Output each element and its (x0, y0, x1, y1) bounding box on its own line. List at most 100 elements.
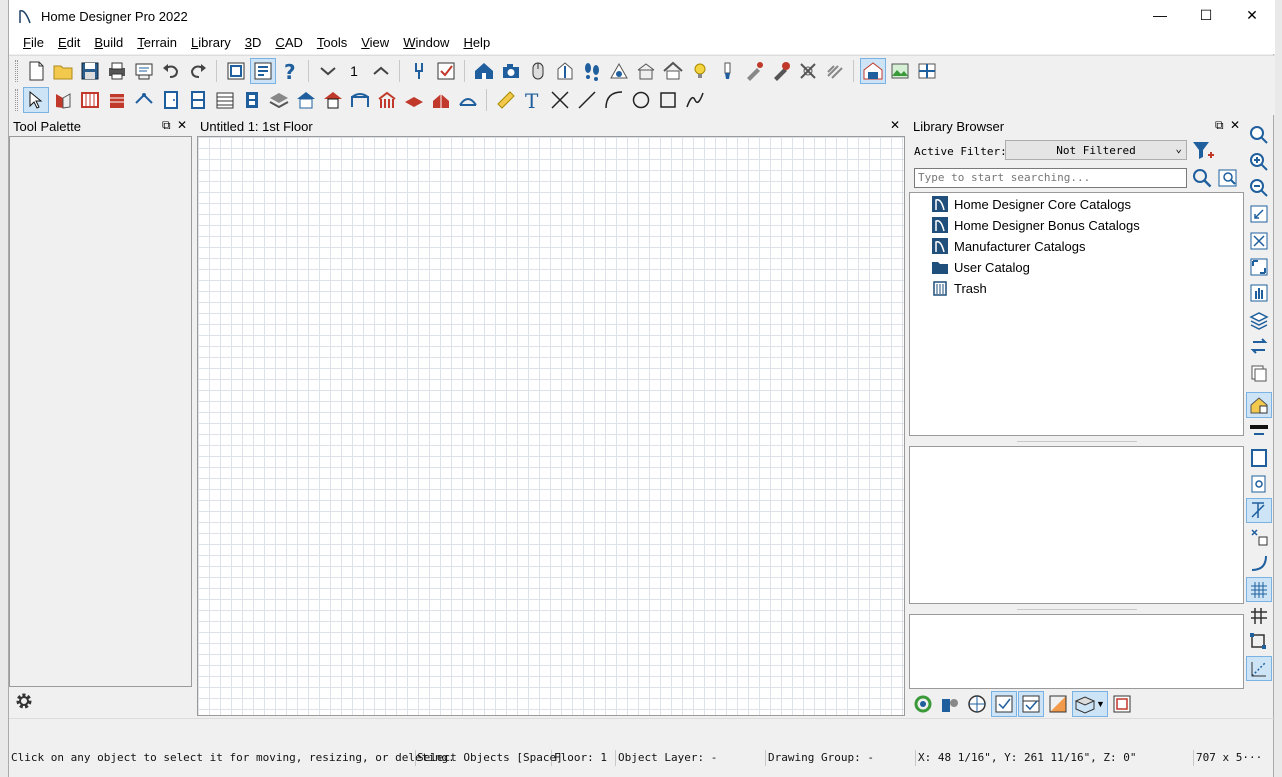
select-tool-button[interactable] (406, 58, 432, 84)
tile-windows-button[interactable] (914, 58, 940, 84)
list-item[interactable]: Home Designer Core Catalogs (932, 194, 1131, 214)
library-splitter[interactable] (909, 437, 1244, 445)
fill-building-button[interactable] (1246, 254, 1272, 279)
gear-icon[interactable] (13, 690, 35, 712)
menu-build[interactable]: Build (87, 32, 130, 54)
framing-button[interactable] (320, 87, 346, 113)
spline-button[interactable] (682, 87, 708, 113)
stairs-button[interactable] (212, 87, 238, 113)
menu-file[interactable]: File (16, 32, 51, 54)
pin-icon[interactable]: ⧉ (1215, 118, 1224, 133)
library-tree[interactable]: Home Designer Core Catalogs Home Designe… (909, 192, 1244, 436)
zoom-button[interactable] (1246, 123, 1272, 148)
cross-section-button[interactable] (633, 58, 659, 84)
delete-materials-button[interactable] (795, 58, 821, 84)
grid-snap-button[interactable] (1246, 576, 1272, 603)
diagonal-snap-button[interactable] (1246, 656, 1272, 682)
page-preview-button[interactable] (1246, 471, 1272, 496)
text-button[interactable]: T (520, 87, 546, 113)
toggle-frame-button[interactable] (1246, 445, 1272, 470)
elevation-button[interactable] (552, 58, 578, 84)
menu-3d[interactable]: 3D (238, 32, 269, 54)
camera-button[interactable] (498, 58, 524, 84)
walkthrough-button[interactable] (579, 58, 605, 84)
dimension-button[interactable] (131, 87, 157, 113)
lighting-button[interactable] (687, 58, 713, 84)
filter-icon[interactable] (1191, 139, 1215, 163)
floor-ceiling-button[interactable] (266, 87, 292, 113)
save-button[interactable] (77, 58, 103, 84)
object-snap-button[interactable] (1246, 524, 1272, 549)
window-tool-button[interactable] (185, 87, 211, 113)
print-button[interactable] (104, 58, 130, 84)
arc-button[interactable] (601, 87, 627, 113)
up-floor-button[interactable] (368, 58, 394, 84)
maximize-button[interactable]: ☐ (1183, 0, 1229, 30)
search-icon[interactable] (1191, 167, 1213, 189)
display-options-button[interactable] (1246, 392, 1272, 418)
toolbar-grip[interactable] (15, 59, 18, 82)
wall-tools-button[interactable] (50, 87, 76, 113)
measure-button[interactable] (493, 87, 519, 113)
toggle-walls-button[interactable] (1246, 419, 1272, 444)
pin-icon[interactable]: ⧉ (162, 118, 171, 133)
close-button[interactable]: ✕ (1229, 0, 1275, 30)
library-filter-dropdown-button[interactable]: ▼ (1071, 691, 1108, 717)
open-file-button[interactable] (50, 58, 76, 84)
undo-button[interactable] (158, 58, 184, 84)
library-splitter[interactable] (909, 605, 1244, 613)
material-painter-button[interactable] (714, 58, 740, 84)
library-view-preview-button[interactable] (1017, 691, 1044, 717)
drawing-canvas[interactable] (197, 136, 905, 716)
angle-snap-button[interactable] (1246, 497, 1272, 524)
library-view-list-button[interactable] (990, 691, 1017, 717)
new-file-button[interactable] (23, 58, 49, 84)
menu-view[interactable]: View (354, 32, 396, 54)
library-layout-button[interactable] (1109, 691, 1135, 717)
menu-edit[interactable]: Edit (51, 32, 87, 54)
library-close-button[interactable]: ✕ (1230, 118, 1240, 132)
drawing-close-button[interactable]: ✕ (890, 118, 900, 132)
railing-button[interactable] (77, 87, 103, 113)
list-item[interactable]: Trash (932, 278, 987, 298)
fill-window-button[interactable] (1246, 228, 1272, 253)
tool-palette-panel[interactable] (9, 136, 192, 687)
room-button[interactable] (239, 87, 265, 113)
roof-button[interactable] (293, 87, 319, 113)
fence-button[interactable] (374, 87, 400, 113)
line-button[interactable] (574, 87, 600, 113)
circle-button[interactable] (628, 87, 654, 113)
full-camera-button[interactable] (471, 58, 497, 84)
help-button[interactable]: ? (277, 58, 303, 84)
image-view-button[interactable] (887, 58, 913, 84)
library-search-input[interactable]: Type to start searching... (914, 168, 1187, 188)
terrain-toggle-button[interactable] (822, 58, 848, 84)
terrain-button[interactable] (347, 87, 373, 113)
adjust-material-button[interactable] (768, 58, 794, 84)
doll-house-button[interactable] (660, 58, 686, 84)
swap-view-button[interactable] (1246, 334, 1272, 359)
landscape-button[interactable] (428, 87, 454, 113)
menu-library[interactable]: Library (184, 32, 238, 54)
library-web-button[interactable] (964, 691, 990, 717)
bounding-box-button[interactable] (1246, 630, 1272, 655)
deck-button[interactable] (401, 87, 427, 113)
print-preview-button[interactable] (131, 58, 157, 84)
material-eyedropper-button[interactable] (741, 58, 767, 84)
arc-snap-button[interactable] (1246, 551, 1272, 576)
list-item[interactable]: Home Designer Bonus Catalogs (932, 215, 1140, 235)
tool-palette-close-button[interactable]: ✕ (177, 118, 187, 132)
menu-tools[interactable]: Tools (310, 32, 354, 54)
plan-view-button[interactable] (223, 58, 249, 84)
plan-mode-button[interactable] (859, 57, 886, 84)
layers-button[interactable] (1246, 307, 1272, 332)
perspective-button[interactable] (606, 58, 632, 84)
mouse-orbit-button[interactable] (525, 58, 551, 84)
filter-dropdown[interactable]: Not Filtered ⌄ (1005, 140, 1187, 160)
menu-help[interactable]: Help (456, 32, 497, 54)
copy-view-button[interactable] (1246, 360, 1272, 385)
down-floor-button[interactable] (315, 58, 341, 84)
undo-zoom-button[interactable] (1246, 202, 1272, 227)
menu-window[interactable]: Window (396, 32, 456, 54)
search-options-icon[interactable] (1217, 167, 1239, 189)
